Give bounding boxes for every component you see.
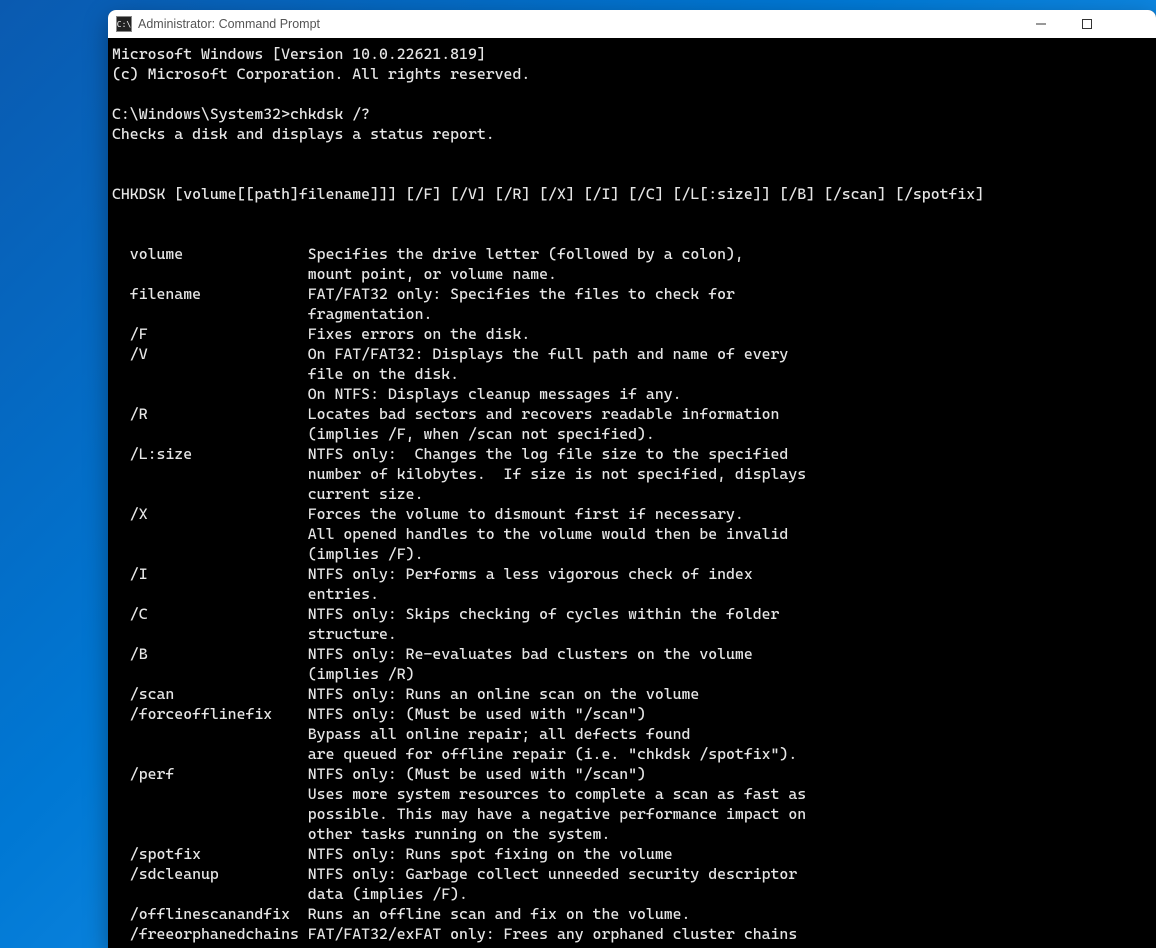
terminal-output[interactable]: Microsoft Windows [Version 10.0.22621.81… xyxy=(108,38,1156,948)
command-prompt-window: C:\ Administrator: Command Prompt Micros… xyxy=(108,10,1156,948)
maximize-button[interactable] xyxy=(1064,10,1110,38)
cmd-icon: C:\ xyxy=(116,16,132,32)
window-controls xyxy=(1018,10,1156,38)
window-title: Administrator: Command Prompt xyxy=(138,17,1018,31)
titlebar[interactable]: C:\ Administrator: Command Prompt xyxy=(108,10,1156,38)
minimize-button[interactable] xyxy=(1018,10,1064,38)
